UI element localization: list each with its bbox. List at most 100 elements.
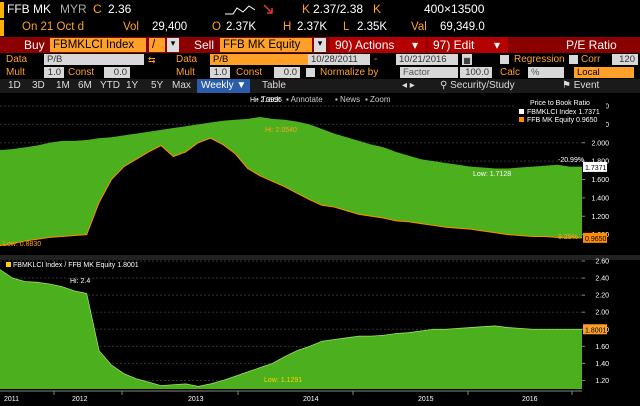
- scroll-arrows-icon[interactable]: ◂ ▸: [402, 79, 415, 93]
- sell-security-field[interactable]: FFB MK Equity: [220, 38, 312, 52]
- x-tick-label: 2015: [418, 396, 434, 403]
- last-label-1: 1.7371: [585, 165, 607, 172]
- annotation-pct-1: -20.99%: [558, 157, 584, 164]
- data2-field[interactable]: P/B: [210, 54, 310, 65]
- security-study-button[interactable]: ⚲ Security/Study: [440, 79, 515, 93]
- tab-3d[interactable]: 3D: [32, 79, 45, 93]
- date-to[interactable]: 10/21/2016: [396, 54, 458, 65]
- const-field[interactable]: 0.0: [104, 67, 130, 78]
- date-from[interactable]: 10/28/2011: [308, 54, 370, 65]
- const2-field[interactable]: 0.0: [274, 67, 300, 78]
- calendar-icon[interactable]: ▦: [462, 54, 472, 65]
- buy-slash[interactable]: /: [149, 38, 165, 52]
- command-bar: Buy FBMKLCI Index / ▾ Sell FFB MK Equity…: [0, 37, 640, 53]
- legend2-swatch: [6, 262, 11, 267]
- annotation-pct-2: 9.29%: [558, 234, 578, 241]
- quote-bar: FFB MK MYR C 2.36 K 2.37/2.38 K 400×1350…: [0, 0, 640, 20]
- volume: 29,400: [152, 21, 188, 33]
- mult2-field[interactable]: 1.0: [210, 67, 230, 78]
- corr-field[interactable]: 120: [612, 54, 638, 65]
- const2-label: Const: [236, 67, 263, 78]
- actions-label: 90) Actions: [335, 38, 395, 52]
- on-date: On 21 Oct d: [22, 21, 85, 33]
- y-tick-label: 1.400: [591, 195, 609, 202]
- ticker[interactable]: FFB MK: [7, 2, 51, 16]
- param-row-1: Data P/B ⇆ Data P/B 10/28/2011 - 10/21/2…: [0, 53, 640, 66]
- y-tick-label: 1.20: [595, 378, 609, 385]
- data-field[interactable]: P/B: [44, 54, 144, 65]
- table-button[interactable]: Table: [262, 79, 286, 93]
- legend-series-1: FBMKLCI Index 1.7371: [527, 109, 600, 116]
- normalize-label: Normalize by: [320, 67, 379, 78]
- last-price: 2.36: [108, 2, 132, 16]
- const-label: Const: [68, 67, 95, 78]
- y-tick-label: 2.000: [591, 140, 609, 147]
- y-tick-label: 2.40: [595, 276, 609, 283]
- legend-title: Price to Book Ratio: [530, 100, 590, 107]
- vol-label: Vol: [123, 21, 139, 33]
- quote-marker: [0, 20, 4, 36]
- y-tick-label: 2.20: [595, 293, 609, 300]
- buy-security-field[interactable]: FBMKLCI Index: [50, 38, 146, 52]
- annotation-hi-green: Hi: 2.3995: [250, 97, 282, 104]
- factor-dropdown[interactable]: Factor: [400, 67, 458, 78]
- mult2-label: Mult: [176, 67, 195, 78]
- tab-1d[interactable]: 1D: [8, 79, 21, 93]
- y-tick-label: 1.60: [595, 344, 609, 351]
- buy-dropdown-icon[interactable]: ▾: [167, 38, 179, 52]
- quote-details: On 21 Oct d Vol 29,400 O 2.37K H 2.37K L…: [0, 20, 640, 36]
- period-tabs: 1D 3D 1M 6M YTD 1Y 5Y Max Weekly ▼ Table ◂ ▸ ⚲ Secu…: [0, 79, 640, 93]
- low-label: L: [343, 21, 350, 33]
- buy-label: Buy: [24, 38, 45, 52]
- val-label: Val: [411, 21, 427, 33]
- factor-field[interactable]: 100.0: [460, 67, 492, 78]
- legend-swatch-1: [519, 109, 524, 114]
- panel-separator: [0, 255, 640, 260]
- x-tick-label: 2014: [303, 396, 319, 403]
- tab-max[interactable]: Max: [172, 79, 191, 93]
- actions-dropdown-icon: ▾: [411, 38, 418, 52]
- param-row-2: Mult 1.0 Const 0.0 Mult 1.0 Const 0.0 No…: [0, 66, 640, 79]
- regression-checkbox[interactable]: [500, 55, 509, 64]
- x-tick-label: 2016: [522, 396, 538, 403]
- date-dash: -: [374, 54, 378, 65]
- legend-series-2: FFB MK Equity 0.9650: [527, 117, 598, 124]
- local-dropdown[interactable]: Local: [574, 67, 634, 78]
- annotation-hi-orange: Hi: 2.0540: [265, 127, 297, 134]
- open-label: O: [212, 21, 221, 33]
- y-tick-label: 1.600: [591, 177, 609, 184]
- tab-5y[interactable]: 5Y: [151, 79, 163, 93]
- bid-ask: 2.37/2.38: [313, 2, 364, 16]
- annotation-low-2: Low: 1.1291: [264, 377, 302, 384]
- page-title: P/E Ratio: [566, 38, 617, 52]
- high-label: H: [283, 21, 292, 33]
- x-tick-label: 2012: [72, 396, 88, 403]
- mult-field[interactable]: 1.0: [44, 67, 64, 78]
- corr-checkbox[interactable]: [569, 55, 578, 64]
- calc-dropdown[interactable]: %: [528, 67, 564, 78]
- sell-dropdown-icon[interactable]: ▾: [314, 38, 326, 52]
- event-button[interactable]: ⚑ Event: [562, 79, 599, 93]
- regression-label: Regression: [514, 54, 565, 65]
- tab-ytd[interactable]: YTD: [100, 79, 120, 93]
- low-value: 2.35K: [357, 21, 388, 33]
- period-dropdown[interactable]: Weekly ▼: [197, 79, 251, 93]
- k2-label: K: [373, 2, 382, 16]
- last-label-3: 1.8001: [585, 327, 607, 334]
- value-traded: 69,349.0: [440, 21, 485, 33]
- annotation-hi-2: Hi: 2.4: [70, 278, 90, 285]
- normalize-checkbox[interactable]: [306, 68, 315, 77]
- tab-6m[interactable]: 6M: [78, 79, 92, 93]
- sell-label: Sell: [194, 38, 215, 52]
- tab-1y[interactable]: 1Y: [126, 79, 138, 93]
- open-value: 2.37K: [226, 21, 257, 33]
- calc-label: Calc: [500, 67, 521, 78]
- annotation-low-green: Low: 1.7128: [473, 171, 511, 178]
- high-value: 2.37K: [297, 21, 328, 33]
- edit-button[interactable]: 97) Edit ▾: [428, 37, 508, 53]
- tab-1m[interactable]: 1M: [56, 79, 70, 93]
- actions-button[interactable]: 90) Actions ▾: [330, 37, 426, 53]
- link-icon[interactable]: ⇆: [148, 54, 158, 65]
- x-axis-bg: [0, 391, 640, 406]
- edit-label: 97) Edit: [433, 38, 475, 52]
